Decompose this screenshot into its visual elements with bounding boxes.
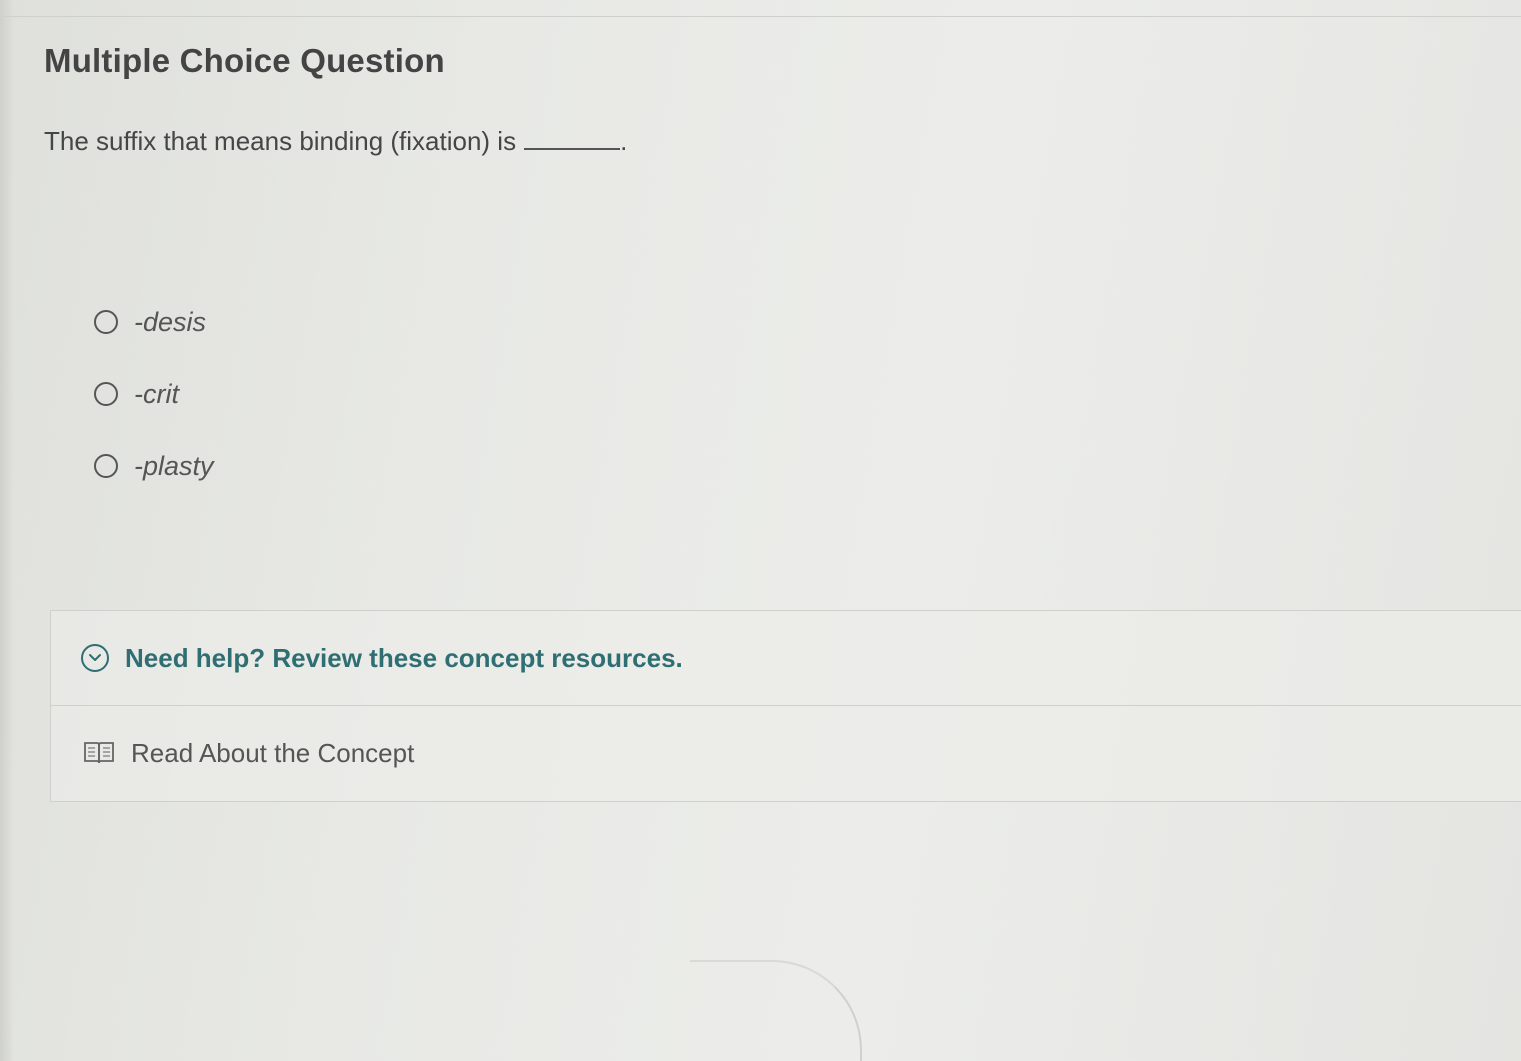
concept-resources-label: Need help? Review these concept resource… [125, 642, 683, 673]
question-end-punctuation: . [620, 126, 628, 156]
concept-resources-toggle[interactable]: Need help? Review these concept resource… [51, 611, 1521, 706]
answer-blank [524, 130, 621, 150]
page-title: Multiple Choice Question [44, 42, 445, 79]
question-prompt: The suffix that means binding (fixation)… [44, 126, 627, 157]
left-edge-shade [0, 0, 14, 1061]
answer-option-label: -crit [134, 378, 179, 409]
top-divider [0, 16, 1521, 17]
radio-button[interactable] [94, 382, 118, 406]
answer-options: -desis -crit -plasty [94, 300, 214, 516]
answer-option-label: -plasty [134, 450, 214, 481]
read-about-concept-link[interactable]: Read About the Concept [51, 706, 1521, 800]
radio-button[interactable] [94, 310, 118, 334]
question-text: The suffix that means binding (fixation)… [44, 126, 517, 156]
book-icon [83, 740, 115, 766]
concept-resources-panel: Need help? Review these concept resource… [50, 610, 1521, 802]
screen-glare [690, 960, 862, 1061]
answer-option-label: -desis [134, 306, 207, 337]
answer-option[interactable]: -desis [94, 300, 214, 344]
chevron-down-circle-icon [81, 644, 109, 672]
read-about-concept-label: Read About the Concept [131, 737, 415, 768]
radio-button[interactable] [94, 454, 118, 478]
answer-option[interactable]: -crit [94, 372, 214, 416]
answer-option[interactable]: -plasty [94, 444, 214, 488]
